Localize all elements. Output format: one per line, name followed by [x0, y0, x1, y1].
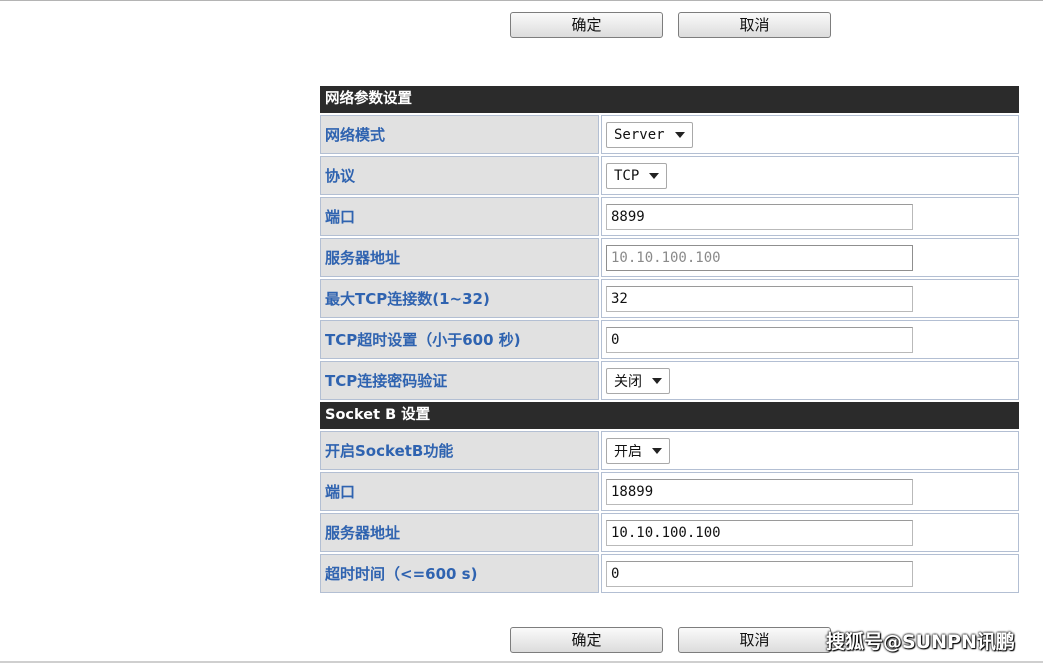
tcp-timeout-label: TCP超时设置（小于600 秒) — [320, 320, 599, 359]
server-address-row: 服务器地址 — [320, 238, 1019, 277]
port-row: 端口 — [320, 197, 1019, 236]
max-tcp-input[interactable] — [606, 285, 913, 312]
top-divider — [0, 0, 1043, 1]
settings-table: 网络参数设置 网络模式 Server 协议 TCP 端口 服务器地址 — [320, 86, 1019, 595]
socketb-enable-value: 开启 — [614, 443, 642, 460]
network-mode-value: Server — [614, 126, 665, 143]
tcp-password-label: TCP连接密码验证 — [320, 361, 599, 400]
tcp-password-select[interactable]: 关闭 — [606, 367, 670, 394]
network-mode-cell: Server — [601, 115, 1019, 154]
socketb-port-label: 端口 — [320, 472, 599, 511]
tcp-timeout-cell — [601, 320, 1019, 359]
dropdown-arrow-icon — [652, 447, 662, 454]
tcp-timeout-input[interactable] — [606, 326, 913, 353]
dropdown-arrow-icon — [674, 131, 685, 138]
socketb-enable-cell: 开启 — [601, 431, 1019, 470]
socketb-enable-row: 开启SocketB功能 开启 — [320, 431, 1019, 470]
network-mode-select[interactable]: Server — [606, 121, 693, 148]
port-cell — [601, 197, 1019, 236]
protocol-cell: TCP — [601, 156, 1019, 195]
tcp-timeout-row: TCP超时设置（小于600 秒) — [320, 320, 1019, 359]
socketb-server-address-label: 服务器地址 — [320, 513, 599, 552]
max-tcp-cell — [601, 279, 1019, 318]
confirm-button-top[interactable]: 确定 — [510, 12, 663, 38]
socketb-timeout-row: 超时时间（<=600 s) — [320, 554, 1019, 593]
port-label: 端口 — [320, 197, 599, 236]
protocol-row: 协议 TCP — [320, 156, 1019, 195]
socketb-timeout-cell — [601, 554, 1019, 593]
socketb-enable-label: 开启SocketB功能 — [320, 431, 599, 470]
socketb-port-input[interactable] — [606, 478, 913, 505]
port-input[interactable] — [606, 203, 913, 230]
socketb-timeout-input[interactable] — [606, 560, 913, 587]
protocol-label: 协议 — [320, 156, 599, 195]
bottom-divider — [0, 661, 1043, 663]
tcp-password-value: 关闭 — [614, 373, 642, 390]
socketb-timeout-label: 超时时间（<=600 s) — [320, 554, 599, 593]
dropdown-arrow-icon — [652, 377, 662, 384]
server-address-cell — [601, 238, 1019, 277]
server-address-label: 服务器地址 — [320, 238, 599, 277]
max-tcp-label: 最大TCP连接数(1~32) — [320, 279, 599, 318]
socketb-section-header: Socket B 设置 — [320, 402, 1019, 429]
confirm-button-bottom[interactable]: 确定 — [510, 627, 663, 653]
max-tcp-row: 最大TCP连接数(1~32) — [320, 279, 1019, 318]
cancel-button-top[interactable]: 取消 — [678, 12, 831, 38]
socketb-port-cell — [601, 472, 1019, 511]
socketb-enable-select[interactable]: 开启 — [606, 437, 670, 464]
protocol-value: TCP — [614, 167, 640, 184]
tcp-password-cell: 关闭 — [601, 361, 1019, 400]
socketb-server-address-row: 服务器地址 — [320, 513, 1019, 552]
network-mode-label: 网络模式 — [320, 115, 599, 154]
server-address-input — [606, 244, 913, 271]
cancel-button-bottom[interactable]: 取消 — [678, 627, 831, 653]
watermark-text: 搜狐号@SUNPN讯鹏 — [826, 631, 1015, 653]
tcp-password-row: TCP连接密码验证 关闭 — [320, 361, 1019, 400]
network-section-header: 网络参数设置 — [320, 86, 1019, 113]
socketb-port-row: 端口 — [320, 472, 1019, 511]
network-mode-row: 网络模式 Server — [320, 115, 1019, 154]
socketb-server-address-input[interactable] — [606, 519, 913, 546]
protocol-select[interactable]: TCP — [606, 162, 668, 189]
socketb-server-address-cell — [601, 513, 1019, 552]
dropdown-arrow-icon — [649, 172, 660, 179]
